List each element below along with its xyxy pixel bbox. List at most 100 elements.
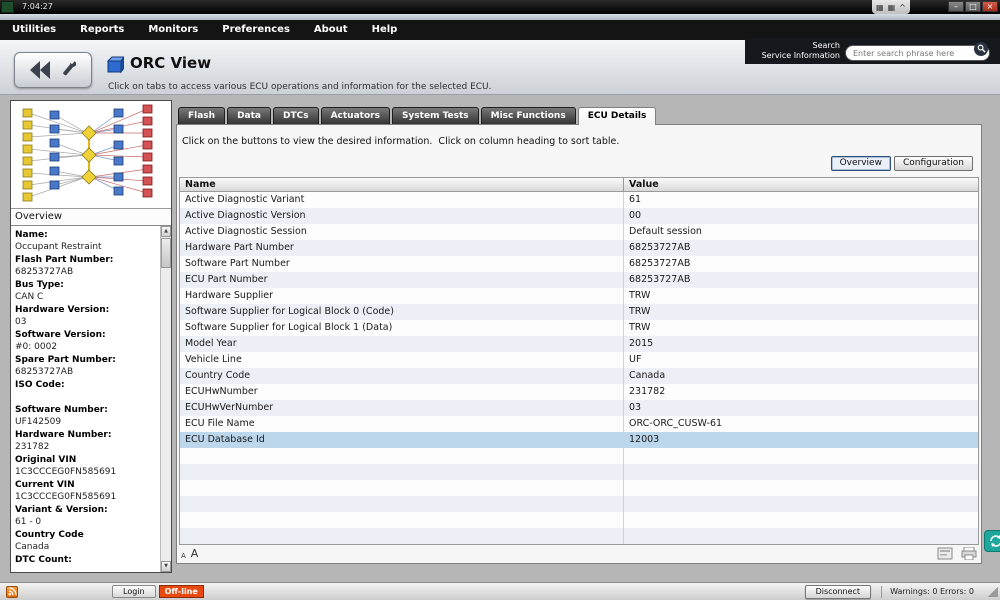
menu-item-preferences[interactable]: Preferences [210, 20, 302, 40]
table-row[interactable]: Hardware Part Number 68253727AB [180, 240, 978, 256]
statusbar-divider [881, 585, 883, 598]
table-row[interactable]: Active Diagnostic Variant 61 [180, 192, 978, 208]
table-row[interactable]: ECU Database Id 12003 [180, 432, 978, 448]
offline-status-badge: Off-line [158, 585, 204, 598]
menu-item-help[interactable]: Help [360, 20, 410, 40]
tab-system-tests[interactable]: System Tests [391, 107, 479, 124]
scrollbar-thumb[interactable] [161, 238, 171, 268]
maximize-button[interactable]: □ [965, 1, 981, 12]
table-row[interactable]: Active Diagnostic Version 00 [180, 208, 978, 224]
menu-item-reports[interactable]: Reports [68, 20, 136, 40]
back-button[interactable] [14, 52, 92, 88]
sync-float-button[interactable] [984, 530, 1000, 552]
ecu-info-label: Hardware Number: [15, 430, 112, 440]
warnings-errors-count: Warnings: 0 Errors: 0 [890, 587, 974, 596]
table-row[interactable]: ECU Part Number 68253727AB [180, 272, 978, 288]
column-header-value[interactable]: Value [624, 178, 978, 191]
ecu-info-label: Name: [15, 230, 48, 240]
table-row[interactable]: Vehicle Line UF [180, 352, 978, 368]
font-decrease-button[interactable]: A [181, 552, 186, 560]
tab-data[interactable]: Data [227, 107, 271, 124]
ecu-info-value: 68253727AB [15, 267, 74, 277]
login-button[interactable]: Login [112, 585, 156, 598]
ecu-info-label: Variant & Version: [15, 505, 108, 515]
collapse-icon[interactable]: ^ [899, 3, 906, 12]
menu-item-about[interactable]: About [302, 20, 360, 40]
close-button[interactable]: × [982, 1, 998, 12]
tab-actuators[interactable]: Actuators [320, 107, 390, 124]
table-cell: Hardware Part Number [180, 240, 624, 256]
table-row-empty [180, 496, 978, 512]
table-cell: 68253727AB [629, 258, 691, 269]
refresh-icon [990, 535, 1000, 547]
ecu-info-label: DTC Count: [15, 555, 72, 565]
table-header: Name Value [180, 178, 978, 192]
table-row[interactable]: ECUHwNumber 231782 [180, 384, 978, 400]
tab-ecu-details[interactable]: ECU Details [577, 107, 657, 125]
table-row[interactable]: Country Code Canada [180, 368, 978, 384]
ecu-info-label: Flash Part Number: [15, 255, 114, 265]
orc-cube-icon [106, 55, 125, 78]
table-cell [624, 464, 978, 480]
table-row[interactable]: Software Supplier for Logical Block 0 (C… [180, 304, 978, 320]
table-row[interactable]: Active Diagnostic Session Default session [180, 224, 978, 240]
wrench-icon [63, 59, 77, 76]
grid-icon[interactable]: ▦ [876, 3, 884, 12]
table-cell [180, 528, 624, 544]
table-row[interactable]: Model Year 2015 [180, 336, 978, 352]
export-icon[interactable] [937, 547, 953, 560]
ecu-info-label: Software Version: [15, 330, 106, 340]
resize-grip[interactable] [988, 586, 998, 597]
table-cell: ECU File Name [180, 416, 624, 432]
ecu-info-label: Spare Part Number: [15, 355, 116, 365]
ecu-info-value: 1C3CCCEG0FN585691 [15, 467, 117, 477]
ecu-info-value: 61 - 0 [15, 517, 42, 527]
table-cell [624, 496, 978, 512]
back-arrow-icon [30, 61, 50, 79]
menu-item-monitors[interactable]: Monitors [136, 20, 210, 40]
ecu-info-value: 03 [15, 317, 27, 327]
tab-misc-functions[interactable]: Misc Functions [480, 107, 576, 124]
configuration-button[interactable]: Configuration [893, 156, 973, 171]
menu-item-utilities[interactable]: Utilities [0, 20, 68, 40]
search-icon[interactable] [974, 41, 988, 56]
session-timer: 7:04:27 [22, 2, 53, 11]
scroll-down-icon[interactable]: ▼ [161, 561, 171, 572]
table-cell: 2015 [629, 338, 654, 349]
overview-button[interactable]: Overview [830, 156, 891, 171]
print-icon[interactable] [961, 546, 977, 560]
tab-dtcs[interactable]: DTCs [273, 107, 319, 124]
table-row[interactable]: ECUHwVerNumber 03 [180, 400, 978, 416]
table-footer: A A [181, 545, 977, 561]
disconnect-button[interactable]: Disconnect [804, 584, 872, 599]
table-cell: Active Diagnostic Variant [180, 192, 624, 208]
column-header-name[interactable]: Name [180, 178, 624, 191]
ecu-info-value [15, 566, 158, 572]
search-input[interactable] [845, 45, 990, 62]
table-row-empty [180, 448, 978, 464]
table-cell [180, 448, 624, 464]
ecu-details-table: Name Value Active Diagnostic Variant 61 Ac… [179, 177, 979, 545]
sidebar-scrollbar[interactable]: ▲ ▼ [160, 226, 171, 572]
search-label: Search Service Information [761, 41, 840, 60]
vehicle-topology-image[interactable] [11, 101, 171, 209]
table-row-empty [180, 480, 978, 496]
grid-icon[interactable]: ▦ [888, 3, 896, 12]
service-search-block: Search Service Information [745, 38, 1000, 64]
menubar: Utilities Reports Monitors Preferences A… [0, 20, 1000, 40]
table-cell: ORC-ORC_CUSW-61 [629, 418, 723, 429]
table-row[interactable]: Hardware Supplier TRW [180, 288, 978, 304]
table-row[interactable]: ECU File Name ORC-ORC_CUSW-61 [180, 416, 978, 432]
table-row[interactable]: Software Supplier for Logical Block 1 (D… [180, 320, 978, 336]
ecu-info-value: 68253727AB [15, 367, 74, 377]
ecu-info-label: Bus Type: [15, 280, 64, 290]
viewer-mini-toolbar[interactable]: ▦ ▦ ^ [872, 0, 910, 14]
table-row[interactable]: Software Part Number 68253727AB [180, 256, 978, 272]
table-row-empty [180, 528, 978, 544]
minimize-button[interactable]: – [948, 1, 964, 12]
scroll-up-icon[interactable]: ▲ [161, 226, 171, 237]
rss-feed-icon[interactable] [6, 585, 18, 598]
ecu-info-value: Canada [15, 542, 50, 552]
tab-flash[interactable]: Flash [178, 107, 226, 124]
font-increase-button[interactable]: A [191, 547, 199, 560]
